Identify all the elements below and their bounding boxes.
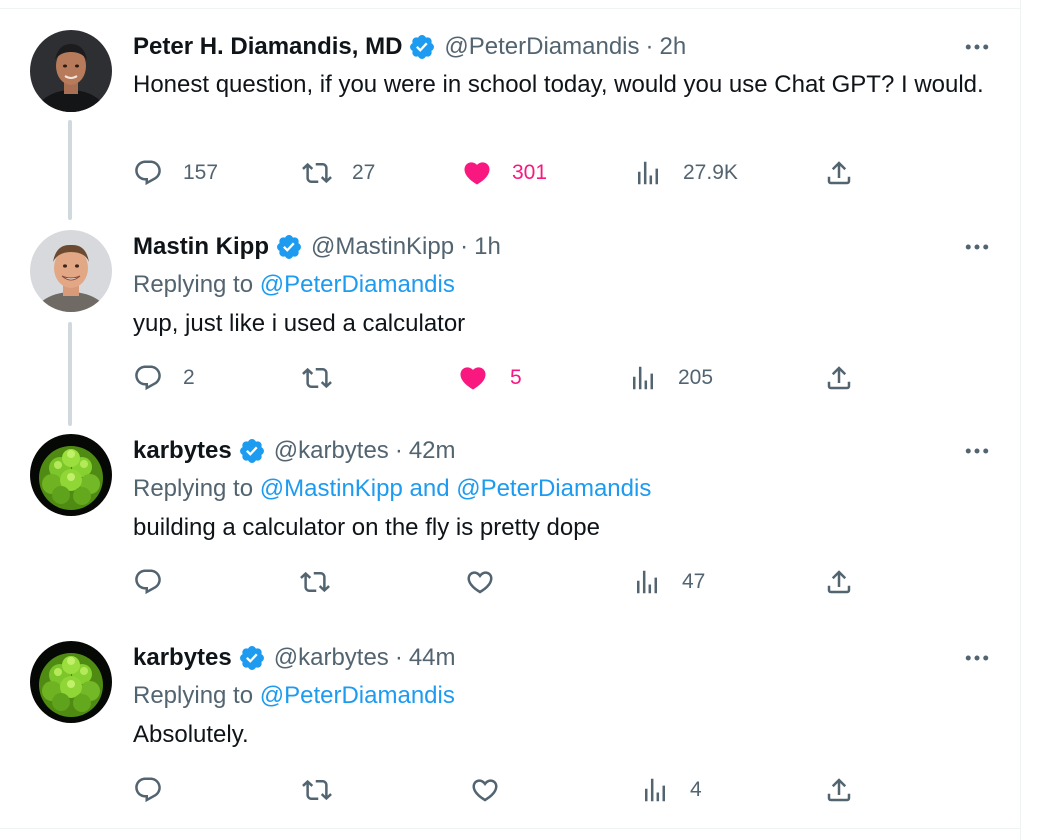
replying-to: Replying to @PeterDiamandis — [133, 271, 455, 299]
heart-filled-icon — [458, 363, 488, 393]
avatar[interactable] — [30, 30, 112, 112]
verified-badge-icon — [238, 644, 266, 672]
views-button[interactable]: 27.9K — [633, 158, 738, 188]
heart-filled-icon — [462, 158, 492, 188]
like-button[interactable] — [465, 567, 495, 597]
reply-count: 157 — [183, 161, 219, 184]
view-count: 4 — [690, 778, 702, 801]
replying-to-label: Replying to — [133, 271, 260, 298]
view-count: 27.9K — [683, 161, 738, 184]
views-button[interactable]: 205 — [628, 363, 713, 393]
reply-button[interactable]: 157 — [133, 158, 218, 188]
tweet-header: karbytes @karbytes · 44m — [133, 643, 456, 673]
reply-count: 2 — [183, 366, 195, 389]
timestamp[interactable]: 42m — [409, 437, 456, 465]
like-count: 301 — [512, 161, 548, 184]
separator-dot: · — [394, 437, 403, 464]
timestamp[interactable]: 44m — [409, 644, 456, 672]
right-divider — [1020, 0, 1021, 840]
retweet-button[interactable]: 27 — [302, 158, 375, 188]
share-icon — [824, 775, 854, 805]
views-button[interactable]: 4 — [640, 775, 702, 805]
retweet-icon — [302, 775, 332, 805]
display-name[interactable]: Mastin Kipp — [133, 233, 269, 261]
top-divider — [0, 8, 1020, 9]
separator-dot: · — [645, 33, 654, 60]
reply-icon — [133, 567, 163, 597]
reply-icon — [133, 158, 163, 188]
reply-icon — [133, 775, 163, 805]
views-icon — [633, 158, 663, 188]
share-button[interactable] — [824, 363, 854, 393]
replying-to-label: Replying to — [133, 682, 260, 709]
tweet-text: building a calculator on the fly is pret… — [133, 514, 600, 541]
avatar[interactable] — [30, 641, 112, 723]
reply-button[interactable]: 2 — [133, 363, 195, 393]
share-icon — [824, 158, 854, 188]
tweet-text: Absolutely. — [133, 721, 249, 748]
mention-link[interactable]: @PeterDiamandis — [260, 682, 455, 709]
like-button[interactable] — [470, 775, 500, 805]
thread-connector — [68, 120, 72, 220]
tweet-header: karbytes @karbytes · 42m — [133, 436, 456, 466]
display-name[interactable]: karbytes — [133, 437, 232, 465]
mention-link[interactable]: @PeterDiamandis — [260, 271, 455, 298]
verified-badge-icon — [275, 233, 303, 261]
reply-button[interactable] — [133, 775, 163, 805]
avatar[interactable] — [30, 230, 112, 312]
view-count: 47 — [682, 570, 706, 593]
share-button[interactable] — [824, 567, 854, 597]
timestamp[interactable]: 1h — [474, 233, 501, 261]
retweet-button[interactable] — [300, 567, 330, 597]
retweet-icon — [302, 158, 332, 188]
display-name[interactable]: Peter H. Diamandis, MD — [133, 33, 402, 61]
bottom-divider — [0, 828, 1020, 829]
user-handle[interactable]: @PeterDiamandis — [444, 33, 639, 61]
heart-outline-icon — [465, 567, 495, 597]
view-count: 205 — [678, 366, 714, 389]
share-button[interactable] — [824, 158, 854, 188]
user-handle[interactable]: @karbytes — [274, 644, 389, 672]
share-button[interactable] — [824, 775, 854, 805]
tweet-text: yup, just like i used a calculator — [133, 310, 466, 337]
user-handle[interactable]: @karbytes — [274, 437, 389, 465]
separator-dot: · — [394, 644, 403, 671]
tweet-text: Honest question, if you were in school t… — [133, 71, 984, 98]
replying-to: Replying to @MastinKipp and @PeterDiaman… — [133, 475, 651, 503]
like-button[interactable]: 5 — [458, 363, 522, 393]
share-icon — [824, 567, 854, 597]
share-icon — [824, 363, 854, 393]
more-options-icon[interactable] — [962, 436, 992, 466]
more-options-icon[interactable] — [962, 643, 992, 673]
heart-outline-icon — [470, 775, 500, 805]
reply-button[interactable] — [133, 567, 163, 597]
retweet-icon — [302, 363, 332, 393]
retweet-button[interactable] — [302, 363, 352, 393]
timestamp[interactable]: 2h — [660, 33, 687, 61]
more-options-icon[interactable] — [962, 232, 992, 262]
replying-to: Replying to @PeterDiamandis — [133, 682, 455, 710]
views-icon — [628, 363, 658, 393]
views-icon — [640, 775, 670, 805]
user-handle[interactable]: @MastinKipp — [311, 233, 454, 261]
avatar[interactable] — [30, 434, 112, 516]
separator-dot: · — [460, 233, 469, 260]
verified-badge-icon — [408, 33, 436, 61]
replying-to-label: Replying to — [133, 475, 260, 502]
verified-badge-icon — [238, 437, 266, 465]
like-button[interactable]: 301 — [462, 158, 547, 188]
tweet-header: Peter H. Diamandis, MD @PeterDiamandis ·… — [133, 32, 686, 62]
views-button[interactable]: 47 — [632, 567, 705, 597]
display-name[interactable]: karbytes — [133, 644, 232, 672]
thread-connector — [68, 322, 72, 426]
retweet-icon — [300, 567, 330, 597]
like-count: 5 — [510, 366, 522, 389]
views-icon — [632, 567, 662, 597]
more-options-icon[interactable] — [962, 32, 992, 62]
tweet-header: Mastin Kipp @MastinKipp · 1h — [133, 232, 501, 262]
reply-icon — [133, 363, 163, 393]
retweet-count: 27 — [352, 161, 376, 184]
retweet-button[interactable] — [302, 775, 332, 805]
mention-link[interactable]: @MastinKipp and @PeterDiamandis — [260, 475, 652, 502]
